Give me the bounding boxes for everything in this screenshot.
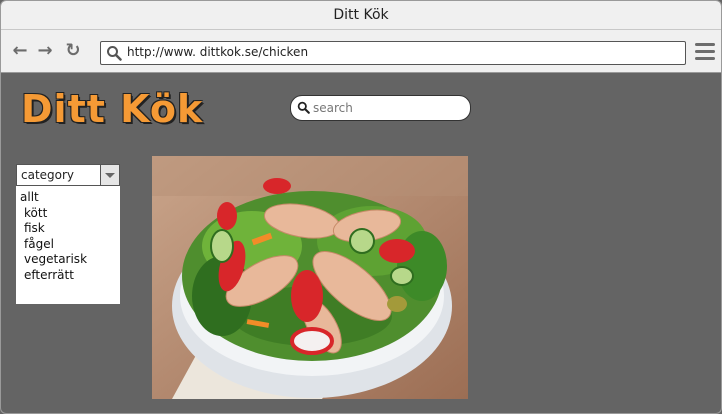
category-option-allt[interactable]: allt	[20, 190, 87, 206]
address-bar[interactable]	[100, 41, 686, 65]
category-selected: category	[21, 168, 75, 182]
category-option-fagel[interactable]: fågel	[20, 237, 87, 253]
back-arrow-icon[interactable]: ←	[10, 41, 30, 61]
site-search[interactable]	[290, 95, 471, 121]
chevron-down-icon[interactable]	[100, 165, 119, 185]
category-dropdown[interactable]: category	[16, 164, 120, 186]
chicken-salad-photo	[152, 156, 468, 399]
site-logo[interactable]: Ditt Kök	[21, 87, 203, 131]
category-list: allt kött fisk fågel vegetarisk efterrät…	[20, 190, 87, 283]
forward-arrow-icon[interactable]: →	[35, 41, 55, 61]
url-input[interactable]	[127, 43, 677, 61]
search-icon	[297, 101, 310, 114]
browser-toolbar: ← → ↻	[1, 30, 721, 73]
category-panel: category allt kött fisk fågel vegetarisk…	[16, 164, 120, 304]
reload-icon[interactable]: ↻	[63, 41, 83, 61]
search-input[interactable]	[313, 99, 463, 117]
category-option-vegetarisk[interactable]: vegetarisk	[20, 252, 87, 268]
window-title: Ditt Kök	[1, 1, 721, 30]
category-option-kott[interactable]: kött	[20, 206, 87, 222]
hamburger-menu-icon[interactable]	[695, 43, 715, 61]
search-icon	[107, 46, 122, 61]
browser-window: Ditt Kök ← → ↻ Ditt Kök category all	[0, 0, 722, 414]
category-option-fisk[interactable]: fisk	[20, 221, 87, 237]
category-option-efterratt[interactable]: efterrätt	[20, 268, 87, 284]
